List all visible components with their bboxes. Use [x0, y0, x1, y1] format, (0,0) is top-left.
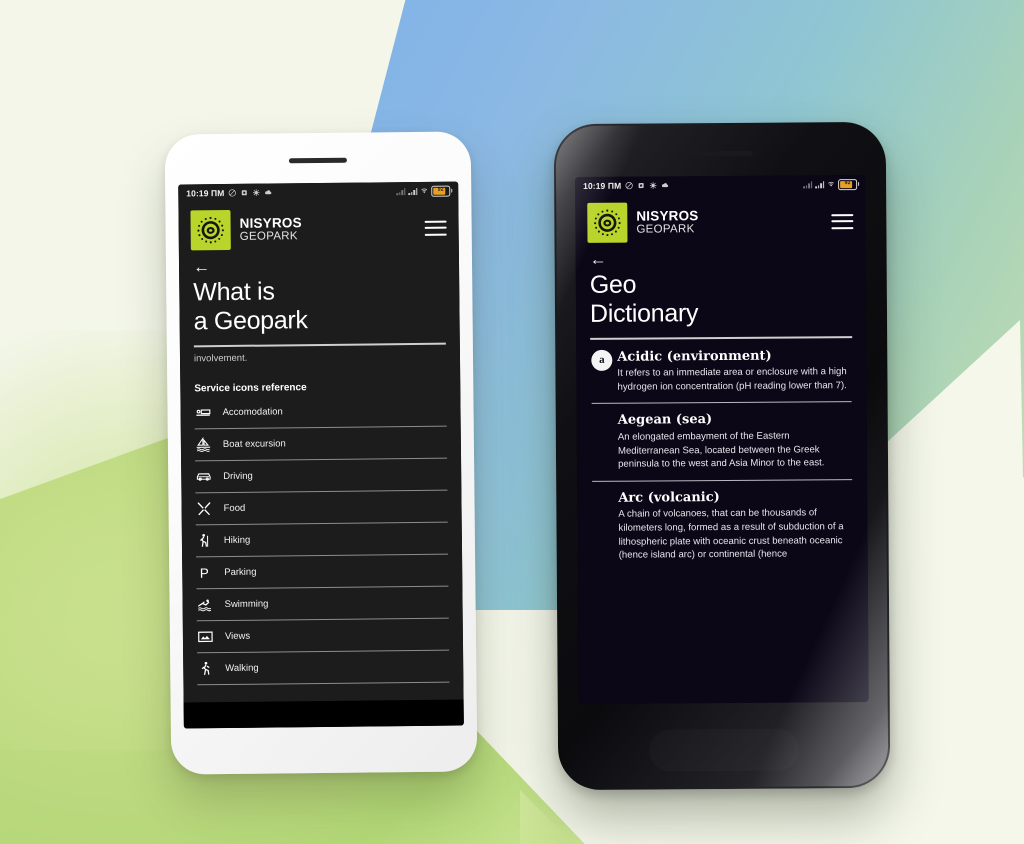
brand-lockup: NISYROS GEOPARK [240, 214, 416, 243]
list-item-label: Parking [224, 566, 257, 578]
list-item[interactable]: Accomodation [194, 394, 447, 429]
signal-bars-1-icon [396, 187, 406, 196]
back-button[interactable]: ← [179, 254, 459, 278]
car-icon [195, 468, 212, 485]
nisyros-volcano-spiral-logo-icon[interactable] [587, 202, 628, 243]
list-item[interactable]: Driving [195, 458, 448, 493]
page-title-line-1: Geo [589, 270, 637, 299]
signal-bars-1-icon [803, 180, 813, 189]
page-title-line-2: a Geopark [193, 306, 308, 336]
signal-bars-2-icon [408, 187, 418, 196]
dictionary-entry[interactable]: Aegean (sea) An elongated embayment of t… [591, 402, 853, 482]
signal-bars-2-icon [815, 180, 825, 189]
nisyros-volcano-spiral-logo-icon[interactable] [190, 209, 231, 251]
dictionary-entry[interactable]: a Acidic (environment) It refers to an i… [591, 337, 852, 405]
black-phone-device: 10:19 ΠΜ 92 NISYROS GEOPARK ← Geo Dictio… [553, 121, 891, 791]
brand-line-2: GEOPARK [239, 230, 298, 243]
cloud-icon [662, 183, 669, 188]
wifi-icon [828, 181, 835, 187]
dictionary-term: Aegean (sea) [617, 412, 713, 429]
screen-rotation-lock-icon [625, 182, 633, 190]
dictionary-term: Arc (volcanic) [618, 489, 720, 506]
earpiece-speaker [288, 157, 347, 164]
status-bar-right: 92 [396, 185, 451, 197]
back-button[interactable]: ← [576, 247, 866, 270]
dictionary-definition: A chain of volcanoes, that can be thousa… [618, 507, 844, 561]
dictionary-entry[interactable]: Arc (volcanic) A chain of volcanoes, tha… [592, 480, 853, 572]
back-arrow-icon: ← [192, 257, 211, 277]
home-indicator-area [649, 728, 799, 771]
hamburger-menu-icon[interactable] [831, 213, 854, 229]
status-bar-time: 10:19 ΠΜ [583, 180, 622, 191]
screen-rotation-lock-icon [228, 189, 236, 197]
letter-badge: a [591, 349, 613, 371]
settings-gear-icon [253, 189, 260, 196]
dictionary-term: Acidic (environment) [617, 348, 772, 365]
list-item[interactable]: Food [195, 490, 448, 525]
brand-line-1: NISYROS [239, 214, 302, 231]
dictionary-definition: It refers to an immediate area or enclos… [617, 366, 847, 393]
parking-p-icon: P [196, 564, 213, 581]
page-body: involvement. Service icons reference Acc… [180, 344, 464, 702]
back-arrow-icon: ← [589, 249, 607, 269]
wifi-icon [421, 188, 428, 194]
list-item-label: Hiking [223, 534, 251, 546]
brand-line-2: GEOPARK [636, 223, 695, 236]
service-icons-list: Accomodation Boat excursion Driving Food… [194, 394, 450, 685]
bed-icon [194, 404, 211, 421]
list-item[interactable]: Hiking [195, 522, 449, 557]
alarm-icon [241, 190, 247, 196]
earpiece-speaker [686, 150, 753, 157]
list-item[interactable]: Views [196, 618, 450, 653]
list-item-label: Driving [223, 470, 253, 482]
truncated-paragraph: involvement. [193, 352, 248, 364]
white-phone-device: 10:19 ΠΜ 92 NISYROS GEOPARK ← What is a … [164, 131, 478, 775]
landscape-photo-icon [197, 628, 214, 645]
list-item[interactable]: Boat excursion [194, 426, 448, 461]
settings-gear-icon [649, 182, 657, 189]
navigation-bar-area [183, 699, 464, 729]
page-title: What is a Geopark [179, 275, 460, 337]
status-bar-right: 92 [803, 178, 858, 190]
brand-line-1: NISYROS [636, 207, 699, 224]
white-phone-screen: 10:19 ΠΜ 92 NISYROS GEOPARK ← What is a … [178, 181, 464, 729]
walking-person-icon [197, 660, 214, 677]
list-item-label: Views [224, 630, 251, 642]
battery-icon: 92 [431, 185, 451, 197]
section-heading: Service icons reference [194, 381, 307, 394]
list-item-label: Accomodation [222, 405, 283, 418]
page-title-line-2: Dictionary [589, 299, 699, 328]
page-title-line-1: What is [193, 277, 275, 307]
alarm-icon [638, 183, 644, 189]
list-item-label: Walking [225, 662, 259, 674]
brand-lockup: NISYROS GEOPARK [636, 208, 822, 236]
cloud-icon [265, 190, 272, 195]
list-item-label: Food [223, 502, 246, 514]
app-bar: NISYROS GEOPARK [575, 193, 865, 249]
status-bar: 10:19 ΠΜ 92 [575, 175, 865, 195]
composition-canvas: 10:19 ΠΜ 92 NISYROS GEOPARK ← What is a … [0, 0, 1024, 844]
list-item[interactable]: Walking [197, 650, 450, 685]
status-bar-left: 10:19 ΠΜ [583, 180, 669, 191]
sailboat-icon [195, 436, 212, 453]
battery-icon: 92 [838, 178, 858, 190]
fork-knife-icon [195, 500, 212, 517]
status-bar-left: 10:19 ΠΜ [186, 187, 272, 198]
dictionary-list: a Acidic (environment) It refers to an i… [576, 337, 869, 704]
page-title: Geo Dictionary [576, 268, 866, 329]
status-bar-time: 10:19 ΠΜ [186, 187, 225, 199]
list-item[interactable]: P Parking [196, 554, 449, 589]
list-item[interactable]: Swimming [196, 586, 449, 621]
hiker-icon [196, 532, 213, 549]
black-phone-screen: 10:19 ΠΜ 92 NISYROS GEOPARK ← Geo Dictio… [575, 174, 869, 705]
swimmer-icon [196, 596, 213, 613]
dictionary-definition: An elongated embayment of the Eastern Me… [617, 430, 825, 470]
list-item-label: Swimming [224, 598, 269, 610]
list-item-label: Boat excursion [222, 437, 286, 450]
hamburger-menu-icon[interactable] [424, 220, 447, 236]
app-bar: NISYROS GEOPARK [178, 200, 459, 257]
svg-text:P: P [200, 565, 209, 580]
